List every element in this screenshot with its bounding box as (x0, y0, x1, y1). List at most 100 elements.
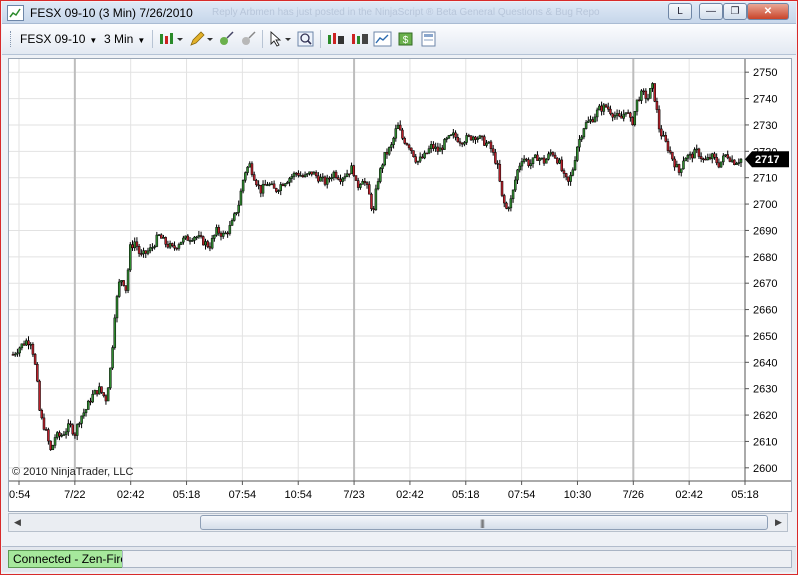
candle-body (100, 386, 103, 393)
candle-body (483, 136, 486, 146)
chart-scrollbar[interactable]: ◀ ||| ▶ (8, 513, 788, 532)
candle-body (290, 176, 294, 179)
candle-body (463, 142, 466, 145)
data-series-icon[interactable] (326, 31, 346, 47)
candle-body (244, 172, 247, 181)
candle-body (615, 113, 619, 116)
chart-canvas[interactable]: 2600 2610 2620 2630 2640 2650 2660 2670 2680 2690… (9, 59, 791, 511)
candle-body (441, 147, 444, 150)
candle-body (620, 115, 623, 119)
close-icon[interactable]: ✕ (747, 3, 789, 20)
session-break-lines (73, 59, 635, 481)
candle-body (516, 169, 519, 181)
title-bar[interactable]: FESX 09-10 (3 Min) 7/26/2010 Reply Arbme… (2, 2, 796, 24)
instrument-selector[interactable]: FESX 09-10 ▼ (20, 32, 97, 46)
candle-body (584, 122, 588, 129)
candle-body (549, 152, 552, 155)
restore-icon[interactable]: ❐ (723, 3, 747, 20)
candle-body (49, 440, 52, 451)
candle-body (206, 241, 209, 247)
candle-body (283, 183, 287, 187)
candle-body (365, 182, 369, 185)
candle-body (69, 423, 72, 426)
drawing-pencil-icon[interactable] (188, 31, 214, 47)
candle-body (438, 147, 442, 152)
candle-body (666, 141, 670, 151)
candle-body (427, 148, 431, 154)
layout-button[interactable]: L (668, 3, 692, 20)
y-tick-label: 2680 (753, 252, 777, 264)
candle-body (137, 246, 141, 254)
candle-body (642, 90, 645, 93)
y-tick-label: 2750 (753, 67, 777, 79)
candle-body (133, 241, 136, 249)
candle-body (339, 178, 342, 182)
candle-body (277, 190, 280, 192)
candle-body (179, 241, 183, 245)
candle-body (728, 157, 732, 162)
candle-body (675, 164, 679, 168)
y-tick-label: 2730 (753, 120, 777, 132)
candle-body (356, 180, 360, 188)
candle-body (660, 128, 663, 137)
candle-body (230, 220, 234, 226)
dollar-icon[interactable]: $ (397, 31, 414, 47)
candle-body (91, 393, 94, 403)
candle-body (452, 132, 455, 136)
pointer-icon[interactable] (268, 30, 294, 47)
candle-body (27, 340, 30, 346)
candle-body (11, 354, 15, 356)
chart-window: FESX 09-10 (3 Min) 7/26/2010 Reply Arbme… (0, 0, 798, 575)
candle-body (301, 175, 305, 178)
candle-body (42, 417, 46, 430)
toolbar-separator (152, 30, 153, 48)
strategies-icon[interactable] (350, 31, 370, 47)
candle-body (717, 162, 721, 168)
candle-body (474, 136, 477, 140)
toolbar-separator (320, 30, 321, 48)
scroll-right-icon[interactable]: ▶ (770, 514, 787, 531)
candle-body (657, 109, 661, 130)
candle-body (13, 353, 17, 356)
scrollbar-thumb[interactable]: ||| (200, 515, 768, 530)
candle-body (436, 146, 440, 152)
crosshair-icon[interactable] (218, 31, 235, 47)
minimize-icon[interactable]: — (699, 3, 723, 20)
candle-body (467, 135, 471, 137)
price-chart[interactable]: 2600 2610 2620 2630 2640 2650 2660 2670 2680 2690… (8, 58, 792, 512)
candle-body (308, 171, 311, 174)
bar-type-icon[interactable] (158, 31, 184, 47)
candle-body (562, 170, 566, 174)
indicators-icon[interactable] (373, 31, 393, 47)
candle-body (708, 157, 712, 160)
candle-body (677, 164, 681, 173)
candle-body (60, 434, 63, 437)
candle-body (182, 237, 185, 243)
candle-body (199, 235, 203, 237)
candle-body (151, 247, 154, 249)
x-tick-label: 7/22 (64, 489, 85, 501)
candle-body (64, 431, 68, 435)
toolbar-grip[interactable] (10, 31, 14, 47)
candle-body (458, 141, 462, 144)
x-tick-label: 0:54 (9, 489, 30, 501)
candle-body (403, 138, 406, 144)
candle-body (480, 135, 484, 138)
properties-icon[interactable] (420, 31, 437, 47)
candle-body (522, 158, 526, 162)
candle-body (239, 190, 243, 206)
candle-body (390, 144, 393, 148)
interval-selector[interactable]: 3 Min ▼ (104, 32, 145, 46)
candle-body (217, 227, 221, 234)
connection-status: Connected - Zen-Fire (8, 550, 127, 568)
candle-body (739, 158, 743, 163)
candle-body (724, 154, 727, 157)
candle-body (699, 156, 703, 160)
candle-body (726, 154, 729, 159)
x-tick-label: 10:54 (284, 489, 312, 501)
scroll-left-icon[interactable]: ◀ (9, 514, 26, 531)
global-crosshair-icon[interactable] (240, 31, 257, 47)
zoom-icon[interactable] (297, 31, 314, 47)
candle-body (157, 234, 161, 237)
candle-body (135, 241, 139, 247)
